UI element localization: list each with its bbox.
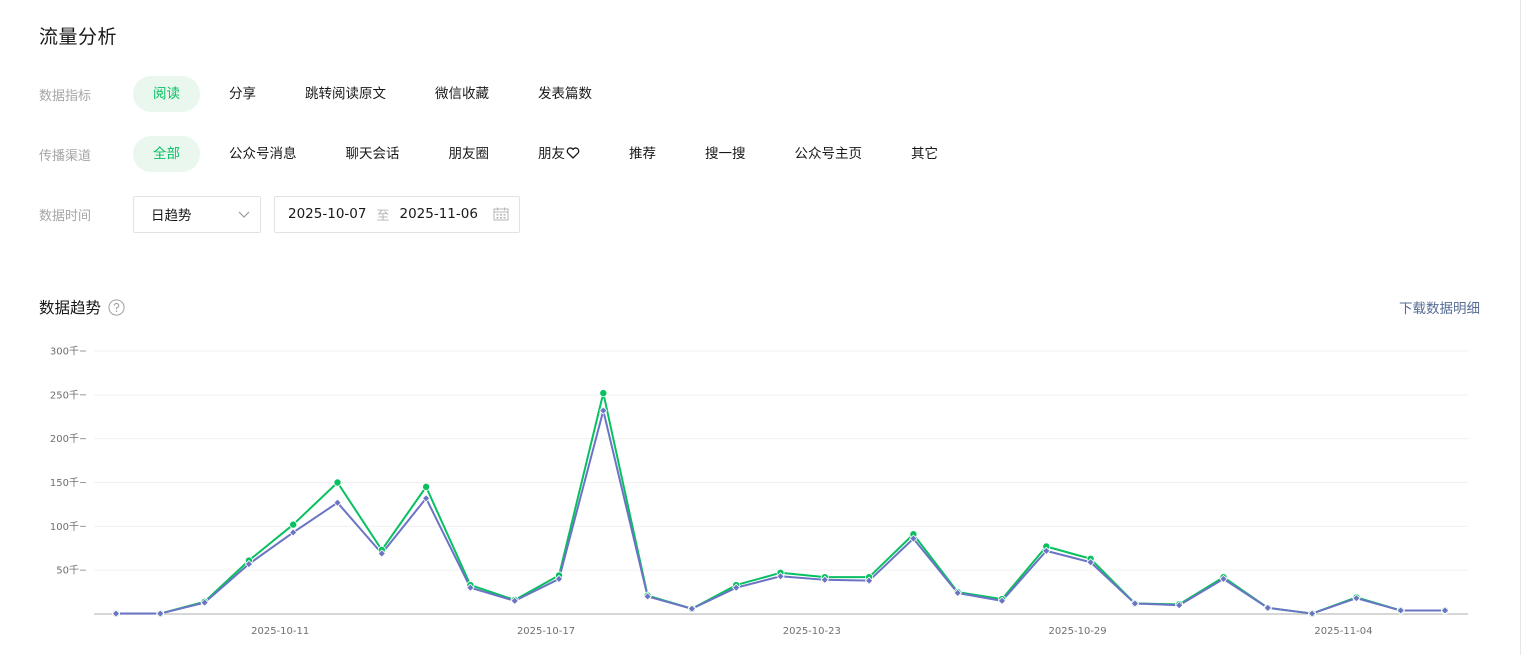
granularity-select[interactable]: 日趋势: [133, 195, 261, 233]
chevron-down-icon: [238, 211, 250, 218]
series-1-point: [333, 478, 342, 487]
download-detail-link[interactable]: 下载数据明细: [1399, 297, 1480, 317]
date-range-picker[interactable]: 2025-10-07 至 2025-11-06: [274, 195, 520, 233]
metric-filter-row: 数据指标 阅读 分享 跳转阅读原文 微信收藏 发表篇数: [39, 76, 621, 112]
channel-option-recommend[interactable]: 推荐: [609, 136, 676, 172]
channel-option-friends-label: 朋友: [538, 146, 565, 162]
y-tick-label: 300千: [50, 346, 79, 358]
metric-option-favorite[interactable]: 微信收藏: [415, 76, 509, 112]
y-tick-label: 150千: [50, 477, 79, 489]
page-title: 流量分析: [39, 26, 118, 48]
series-line-2: [116, 409, 1445, 615]
time-filter-row: 数据时间 日趋势 2025-10-07 至 2025-11-06: [39, 195, 520, 233]
channel-option-moments[interactable]: 朋友圈: [429, 136, 510, 172]
series-1-point: [289, 520, 298, 529]
granularity-value: 日趋势: [151, 208, 192, 224]
y-tick-label: 100千: [50, 521, 79, 533]
x-tick-label: 2025-10-17: [517, 626, 575, 637]
section-title-text: 数据趋势: [39, 299, 102, 317]
y-tick-label: 50千: [56, 565, 79, 577]
series-1-point: [599, 389, 608, 398]
series-line-1: [116, 392, 1445, 615]
channel-filter-row: 传播渠道 全部 公众号消息 聊天会话 朋友圈 朋友 推荐 搜一搜 公众号主页 其…: [39, 136, 967, 172]
metric-option-share[interactable]: 分享: [209, 76, 276, 112]
date-start[interactable]: 2025-10-07: [288, 206, 366, 222]
y-tick-label: 250千: [50, 389, 79, 401]
channel-filter-label: 传播渠道: [39, 148, 92, 164]
y-tick-label: 200千: [50, 433, 79, 445]
right-border: [1520, 0, 1521, 655]
date-separator: 至: [376, 208, 390, 224]
metric-option-original-link[interactable]: 跳转阅读原文: [285, 76, 406, 112]
channel-option-official-message[interactable]: 公众号消息: [209, 136, 317, 172]
channel-option-friends-like[interactable]: 朋友: [518, 136, 600, 172]
metric-option-post-count[interactable]: 发表篇数: [518, 76, 612, 112]
metric-filter-label: 数据指标: [39, 88, 92, 104]
channel-option-chat[interactable]: 聊天会话: [326, 136, 420, 172]
date-end[interactable]: 2025-11-06: [399, 206, 477, 222]
x-tick-label: 2025-10-11: [251, 626, 309, 637]
x-tick-label: 2025-10-29: [1049, 626, 1107, 637]
channel-option-other[interactable]: 其它: [891, 136, 958, 172]
metric-option-read[interactable]: 阅读: [133, 76, 200, 112]
channel-option-profile[interactable]: 公众号主页: [775, 136, 883, 172]
channel-option-all[interactable]: 全部: [133, 136, 200, 172]
section-title: 数据趋势: [39, 296, 125, 318]
question-circle-icon[interactable]: [108, 298, 125, 316]
series-1-point: [422, 482, 431, 491]
time-filter-label: 数据时间: [39, 208, 92, 224]
x-tick-label: 2025-11-04: [1314, 626, 1372, 637]
heart-icon: [566, 147, 580, 159]
calendar-icon[interactable]: [493, 207, 509, 221]
x-tick-label: 2025-10-23: [783, 626, 841, 637]
trend-chart: 50千 100千 150千 200千 250千 300千 2025-10-11 2025-10…: [50, 346, 1468, 637]
channel-option-search[interactable]: 搜一搜: [685, 136, 766, 172]
